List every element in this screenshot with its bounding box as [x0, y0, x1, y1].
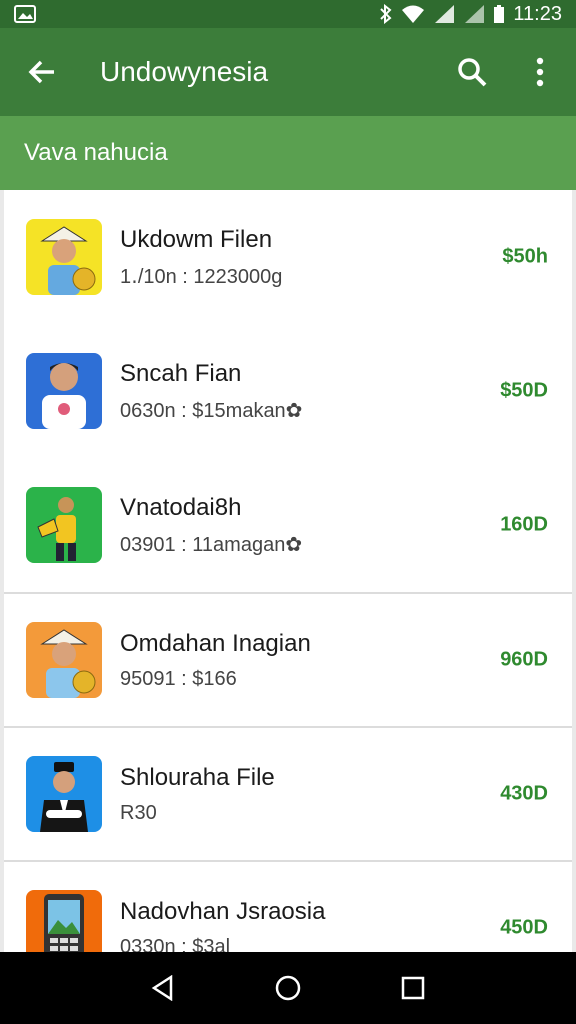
item-thumbnail: [26, 487, 102, 563]
item-price: 160D: [500, 513, 548, 536]
item-thumbnail: [26, 353, 102, 429]
list-item[interactable]: Omdahan Inagian 95091 : $166 960D: [4, 592, 572, 726]
phone-device-icon: [44, 894, 84, 952]
status-time: 11:23: [513, 2, 562, 25]
person-hat-coins-icon: [40, 629, 96, 698]
signal-icon: [433, 4, 455, 24]
list-item[interactable]: Vnatodai8h 03901 : 11amagan✿ 160D: [4, 458, 572, 592]
file-list: Ukdowm Filen 1․/10n : 1223000g $50h Snca…: [4, 190, 572, 952]
circle-home-icon: [275, 975, 301, 1001]
signal-icon-2: [463, 4, 485, 24]
bluetooth-icon: [379, 4, 393, 24]
list-item[interactable]: Shlouraha File R30 430D: [4, 726, 572, 860]
wifi-icon: [401, 4, 425, 24]
item-price: $50h: [502, 245, 548, 268]
list-item[interactable]: Sncah Fian 0630n : $15makan✿ $50D: [4, 324, 572, 458]
item-thumbnail: [26, 622, 102, 698]
page-title: Undowynesia: [100, 56, 269, 87]
section-header-label: Vava nahucia: [24, 139, 168, 166]
item-thumbnail: [26, 890, 102, 952]
person-hat-coins-icon: [40, 226, 96, 295]
search-button[interactable]: [440, 28, 504, 116]
nav-recents-button[interactable]: [389, 964, 437, 1012]
item-price: 430D: [500, 782, 548, 805]
item-thumbnail: [26, 219, 102, 295]
item-price: 960D: [500, 648, 548, 671]
more-vert-icon: [536, 57, 544, 87]
list-item[interactable]: Nadovhan Jsraosia 0330n : $3al 450D: [4, 860, 572, 952]
system-nav-bar: [0, 952, 576, 1024]
item-thumbnail: [26, 756, 102, 832]
battery-icon: [493, 4, 505, 24]
back-button[interactable]: [0, 28, 84, 116]
arrow-left-icon: [28, 60, 54, 84]
section-header: Vava nahucia: [0, 116, 576, 190]
item-price: $50D: [500, 379, 548, 402]
nav-home-button[interactable]: [264, 964, 312, 1012]
man-peci-suit-icon: [40, 762, 88, 832]
boy-tshirt-icon: [42, 363, 86, 429]
item-price: 450D: [500, 916, 548, 939]
search-icon: [458, 58, 487, 87]
person-holding-item-icon: [37, 497, 76, 561]
nav-back-button[interactable]: [139, 964, 187, 1012]
overflow-menu-button[interactable]: [504, 28, 576, 116]
square-recents-icon: [402, 976, 425, 1000]
image-notification-icon: [14, 5, 38, 23]
list-item[interactable]: Ukdowm Filen 1․/10n : 1223000g $50h: [4, 190, 572, 324]
triangle-back-icon: [151, 975, 172, 1001]
app-bar: Undowynesia: [0, 28, 576, 116]
status-bar: 11:23: [0, 0, 576, 28]
